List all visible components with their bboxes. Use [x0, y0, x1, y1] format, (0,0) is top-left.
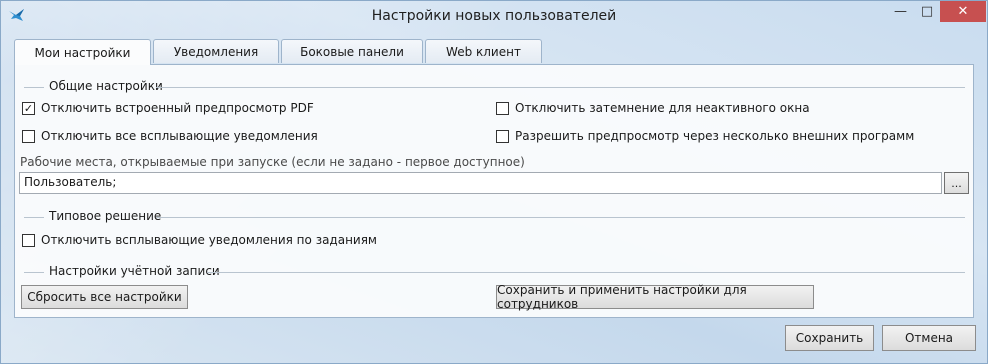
tab-panel-my-settings: Общие настройки ✓ Отключить встроенный п…: [14, 64, 974, 318]
window-title: Настройки новых пользователей: [371, 8, 617, 24]
ellipsis-icon: ...: [951, 176, 962, 190]
reset-settings-button[interactable]: Сбросить все настройки: [21, 285, 188, 309]
checkbox-box: [22, 129, 35, 143]
checkbox-box: [22, 233, 35, 247]
cancel-button[interactable]: Отмена: [882, 325, 976, 351]
allow-external-preview-checkbox[interactable]: Разрешить предпросмотр через несколько в…: [496, 129, 914, 143]
button-label: Сохранить: [795, 331, 864, 345]
button-label: Сохранить и применить настройки для сотр…: [497, 283, 747, 311]
disable-dimming-checkbox[interactable]: Отключить затемнение для неактивного окн…: [496, 101, 810, 115]
workspaces-input[interactable]: Пользователь;: [19, 172, 942, 194]
save-apply-employees-button[interactable]: Сохранить и применить настройки для сотр…: [496, 283, 814, 311]
browse-button[interactable]: ...: [944, 172, 969, 194]
tab-my-settings[interactable]: Мои настройки: [14, 39, 151, 65]
group-divider: [156, 217, 965, 218]
tab-web-client[interactable]: Web клиент: [425, 39, 542, 63]
disable-task-popups-checkbox[interactable]: Отключить всплывающие уведомления по зад…: [22, 233, 377, 247]
general-settings-heading: Общие настройки: [49, 79, 163, 93]
workspaces-hint: Рабочие места, открываемые при запуске (…: [20, 155, 525, 169]
checkbox-label: Разрешить предпросмотр через несколько в…: [515, 129, 915, 143]
disable-all-popups-checkbox[interactable]: Отключить все всплывающие уведомления: [22, 129, 318, 143]
group-divider: [24, 217, 44, 218]
group-divider: [24, 272, 44, 273]
title-bar[interactable]: Настройки новых пользователей — □ ✕: [1, 1, 987, 31]
button-label: Сбросить все настройки: [27, 290, 182, 304]
tab-label: Web клиент: [446, 44, 521, 59]
maximize-button[interactable]: □: [914, 1, 940, 22]
close-button[interactable]: ✕: [940, 1, 986, 22]
checkbox-box: ✓: [22, 101, 35, 115]
tab-side-panels[interactable]: Боковые панели: [281, 39, 423, 63]
group-divider: [156, 87, 965, 88]
checkbox-label: Отключить встроенный предпросмотр PDF: [41, 101, 314, 115]
button-label: Отмена: [904, 331, 954, 345]
close-icon: ✕: [957, 4, 969, 19]
group-divider: [24, 87, 44, 88]
disable-pdf-preview-checkbox[interactable]: ✓ Отключить встроенный предпросмотр PDF: [22, 101, 314, 115]
checkbox-box: [496, 101, 509, 115]
tab-notifications[interactable]: Уведомления: [153, 39, 279, 63]
maximize-icon: □: [920, 4, 934, 19]
tab-label: Мои настройки: [34, 45, 131, 60]
tab-label: Боковые панели: [300, 44, 404, 59]
checkbox-label: Отключить все всплывающие уведомления: [41, 129, 318, 143]
tab-label: Уведомления: [173, 44, 259, 59]
settings-window: Настройки новых пользователей — □ ✕ Мои …: [0, 0, 988, 364]
checkbox-label: Отключить всплывающие уведомления по зад…: [41, 233, 377, 247]
checkbox-box: [496, 129, 509, 143]
minimize-icon: —: [894, 4, 907, 19]
group-divider: [207, 272, 965, 273]
save-button[interactable]: Сохранить: [785, 325, 874, 351]
minimize-button[interactable]: —: [887, 1, 914, 22]
typical-solution-heading: Типовое решение: [49, 209, 162, 223]
account-settings-heading: Настройки учётной записи: [49, 264, 220, 278]
checkbox-label: Отключить затемнение для неактивного окн…: [515, 101, 810, 115]
